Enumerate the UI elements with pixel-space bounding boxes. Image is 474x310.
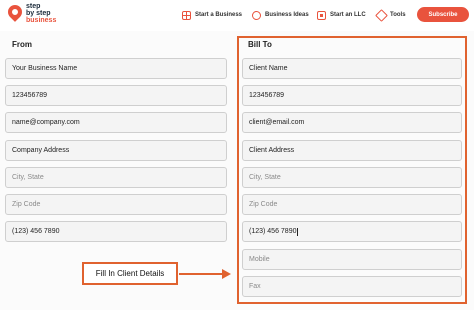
from-zip-field[interactable]: Zip Code — [5, 194, 227, 215]
client-zip-field[interactable]: Zip Code — [242, 194, 462, 215]
client-fax-field[interactable]: Fax — [242, 276, 462, 297]
lightbulb-icon — [252, 10, 261, 20]
callout-arrow-line — [179, 273, 223, 275]
tools-icon — [375, 8, 388, 22]
client-email-field[interactable]: client@email.com — [242, 112, 462, 133]
client-mobile-field[interactable]: Mobile — [242, 249, 462, 270]
from-city-state-field[interactable]: City, State — [5, 167, 227, 188]
nav-start-a-business[interactable]: Start a Business — [182, 9, 242, 21]
client-city-state-field[interactable]: City, State — [242, 167, 462, 188]
nav-start-an-llc[interactable]: Start an LLC — [317, 9, 366, 21]
logo-line-1: step — [26, 3, 41, 10]
logo-text: step by step business — [26, 3, 56, 24]
grid-icon — [182, 10, 191, 20]
nav-tools[interactable]: Tools — [375, 8, 406, 22]
bill-to-title: Bill To — [248, 40, 272, 49]
nav-business-ideas[interactable]: Business Ideas — [252, 9, 309, 21]
from-title: From — [12, 40, 32, 49]
from-tax-id-field[interactable]: 123456789 — [5, 85, 227, 106]
client-tax-id-field[interactable]: 123456789 — [242, 85, 462, 106]
logo-line-3: business — [26, 17, 57, 24]
nav-label: Business Ideas — [265, 12, 309, 18]
location-pin-icon — [5, 2, 25, 22]
from-business-name-field[interactable]: Your Business Name — [5, 58, 227, 79]
logo-line-2: by step — [26, 10, 51, 17]
arrow-right-icon — [222, 269, 231, 279]
subscribe-button[interactable]: Subscribe — [417, 7, 469, 22]
logo[interactable]: step by step business — [5, 2, 58, 27]
client-phone-value: (123) 456 7890 — [249, 228, 297, 235]
client-phone-field[interactable]: (123) 456 7890 — [242, 221, 462, 242]
nav-label: Start an LLC — [330, 12, 366, 18]
client-name-field[interactable]: Client Name — [242, 58, 462, 79]
from-phone-field[interactable]: (123) 456 7890 — [5, 221, 227, 242]
fill-in-client-details-callout: Fill In Client Details — [82, 262, 178, 285]
from-address-field[interactable]: Company Address — [5, 140, 227, 161]
from-email-field[interactable]: name@company.com — [5, 112, 227, 133]
client-address-field[interactable]: Client Address — [242, 140, 462, 161]
nav-label: Tools — [390, 12, 406, 18]
nav-label: Start a Business — [195, 12, 243, 18]
top-header: step by step business Start a Business B… — [0, 0, 474, 30]
text-cursor — [297, 227, 299, 236]
llc-icon — [317, 10, 326, 20]
